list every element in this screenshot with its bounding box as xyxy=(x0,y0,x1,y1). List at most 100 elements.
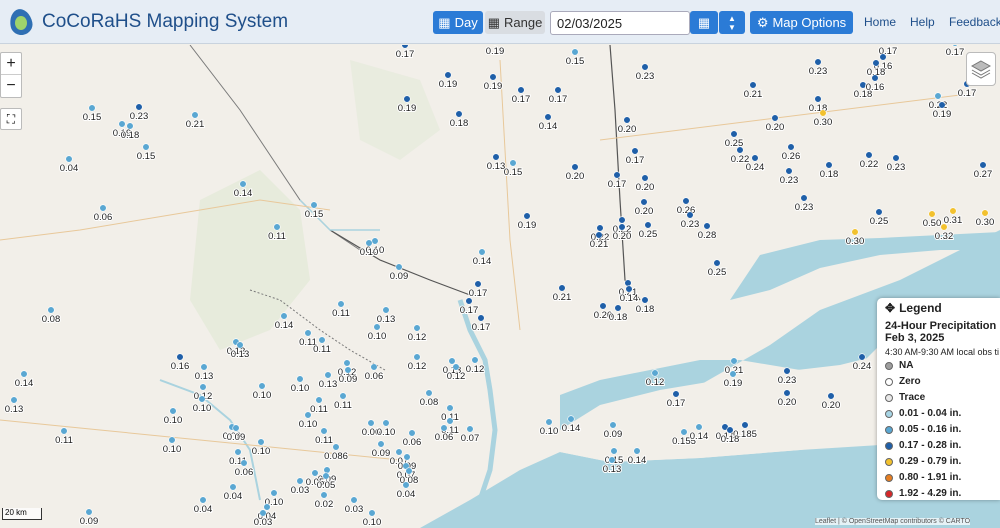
station-dot[interactable] xyxy=(324,371,332,379)
station-marker[interactable]: 0.18 xyxy=(819,161,839,181)
station-dot[interactable] xyxy=(800,194,808,202)
station-marker[interactable]: 0.22 xyxy=(859,151,879,171)
station-dot[interactable] xyxy=(60,427,68,435)
station-dot[interactable] xyxy=(99,204,107,212)
station-dot[interactable] xyxy=(304,411,312,419)
station-dot[interactable] xyxy=(199,496,207,504)
station-dot[interactable] xyxy=(489,73,497,81)
station-marker[interactable]: 0.10 xyxy=(252,382,272,402)
calendar-picker-button[interactable]: ▦ xyxy=(690,11,718,34)
station-dot[interactable] xyxy=(554,86,562,94)
station-dot[interactable] xyxy=(545,418,553,426)
station-dot[interactable] xyxy=(403,95,411,103)
station-dot[interactable] xyxy=(641,174,649,182)
station-dot[interactable] xyxy=(814,95,822,103)
station-dot[interactable] xyxy=(395,448,403,456)
station-marker[interactable]: 0.25 xyxy=(724,130,744,150)
station-marker[interactable]: 0.20 xyxy=(565,163,585,183)
station-marker[interactable]: 0.24 xyxy=(852,353,872,373)
station-dot[interactable] xyxy=(371,237,379,245)
station-dot[interactable] xyxy=(940,223,948,231)
station-dot[interactable] xyxy=(726,426,734,434)
zoom-out-button[interactable]: − xyxy=(1,75,21,97)
station-dot[interactable] xyxy=(567,415,575,423)
station-dot[interactable] xyxy=(198,395,206,403)
station-marker[interactable]: 0.17 xyxy=(511,86,531,106)
station-marker[interactable]: 0.20 xyxy=(821,392,841,412)
station-dot[interactable] xyxy=(118,120,126,128)
station-dot[interactable] xyxy=(785,167,793,175)
station-dot[interactable] xyxy=(377,440,385,448)
station-dot[interactable] xyxy=(979,161,987,169)
station-marker[interactable]: 0.08 xyxy=(419,389,439,409)
zoom-in-button[interactable]: + xyxy=(1,53,21,75)
station-dot[interactable] xyxy=(509,159,517,167)
station-dot[interactable] xyxy=(608,456,616,464)
station-marker[interactable]: 0.14 xyxy=(472,248,492,268)
station-marker[interactable]: 0.25 xyxy=(638,221,658,241)
station-dot[interactable] xyxy=(703,222,711,230)
station-marker[interactable]: 0.17 xyxy=(471,314,491,334)
nav-home[interactable]: Home xyxy=(864,15,896,29)
station-dot[interactable] xyxy=(644,221,652,229)
station-dot[interactable] xyxy=(263,503,271,511)
station-dot[interactable] xyxy=(413,324,421,332)
station-dot[interactable] xyxy=(474,280,482,288)
station-dot[interactable] xyxy=(229,483,237,491)
station-dot[interactable] xyxy=(365,239,373,247)
station-dot[interactable] xyxy=(614,304,622,312)
station-dot[interactable] xyxy=(446,404,454,412)
station-marker[interactable]: 0.23 xyxy=(777,367,797,387)
station-dot[interactable] xyxy=(425,389,433,397)
move-icon[interactable]: ✥ xyxy=(885,301,895,315)
station-dot[interactable] xyxy=(259,509,267,517)
station-marker[interactable]: 0.09 xyxy=(603,421,623,441)
station-marker[interactable]: 0.15 xyxy=(503,159,523,179)
station-dot[interactable] xyxy=(872,59,880,67)
station-marker[interactable]: 0.10 xyxy=(539,418,559,438)
station-marker[interactable]: 0.17 xyxy=(945,45,965,59)
station-dot[interactable] xyxy=(523,212,531,220)
station-dot[interactable] xyxy=(981,209,989,217)
station-dot[interactable] xyxy=(270,489,278,497)
station-dot[interactable] xyxy=(88,104,96,112)
station-marker[interactable]: 0.23 xyxy=(129,103,149,123)
station-marker[interactable]: 0.14 xyxy=(689,423,709,443)
station-dot[interactable] xyxy=(713,259,721,267)
station-dot[interactable] xyxy=(466,425,474,433)
station-dot[interactable] xyxy=(686,211,694,219)
station-dot[interactable] xyxy=(236,341,244,349)
station-dot[interactable] xyxy=(599,302,607,310)
station-dot[interactable] xyxy=(477,314,485,322)
station-dot[interactable] xyxy=(751,154,759,162)
station-dot[interactable] xyxy=(382,306,390,314)
station-dot[interactable] xyxy=(672,390,680,398)
station-marker[interactable]: 0.13 xyxy=(486,153,506,173)
station-dot[interactable] xyxy=(892,154,900,162)
station-marker[interactable]: 0.14 xyxy=(14,370,34,390)
station-marker[interactable]: 0.12 xyxy=(645,369,665,389)
station-dot[interactable] xyxy=(571,163,579,171)
station-marker[interactable]: 0.19 xyxy=(397,95,417,115)
station-dot[interactable] xyxy=(199,383,207,391)
station-marker[interactable]: 0.23 xyxy=(635,63,655,83)
station-dot[interactable] xyxy=(571,48,579,56)
station-dot[interactable] xyxy=(680,428,688,436)
station-dot[interactable] xyxy=(814,58,822,66)
station-marker[interactable]: 0.08 xyxy=(41,306,61,326)
station-dot[interactable] xyxy=(492,153,500,161)
station-marker[interactable]: 0.10 xyxy=(251,438,271,458)
station-marker[interactable]: 0.13 xyxy=(194,363,214,383)
station-marker[interactable]: 0.10 xyxy=(163,407,183,427)
station-dot[interactable] xyxy=(200,363,208,371)
station-dot[interactable] xyxy=(624,279,632,287)
station-dot[interactable] xyxy=(304,329,312,337)
station-dot[interactable] xyxy=(613,171,621,179)
station-marker[interactable]: 0.15 xyxy=(136,143,156,163)
station-dot[interactable] xyxy=(169,407,177,415)
station-marker[interactable]: 0.09 xyxy=(371,440,391,460)
station-marker[interactable]: 0.06 xyxy=(402,429,422,449)
station-dot[interactable] xyxy=(749,81,757,89)
station-marker[interactable]: 0.15 xyxy=(304,201,324,221)
nav-help[interactable]: Help xyxy=(910,15,935,29)
